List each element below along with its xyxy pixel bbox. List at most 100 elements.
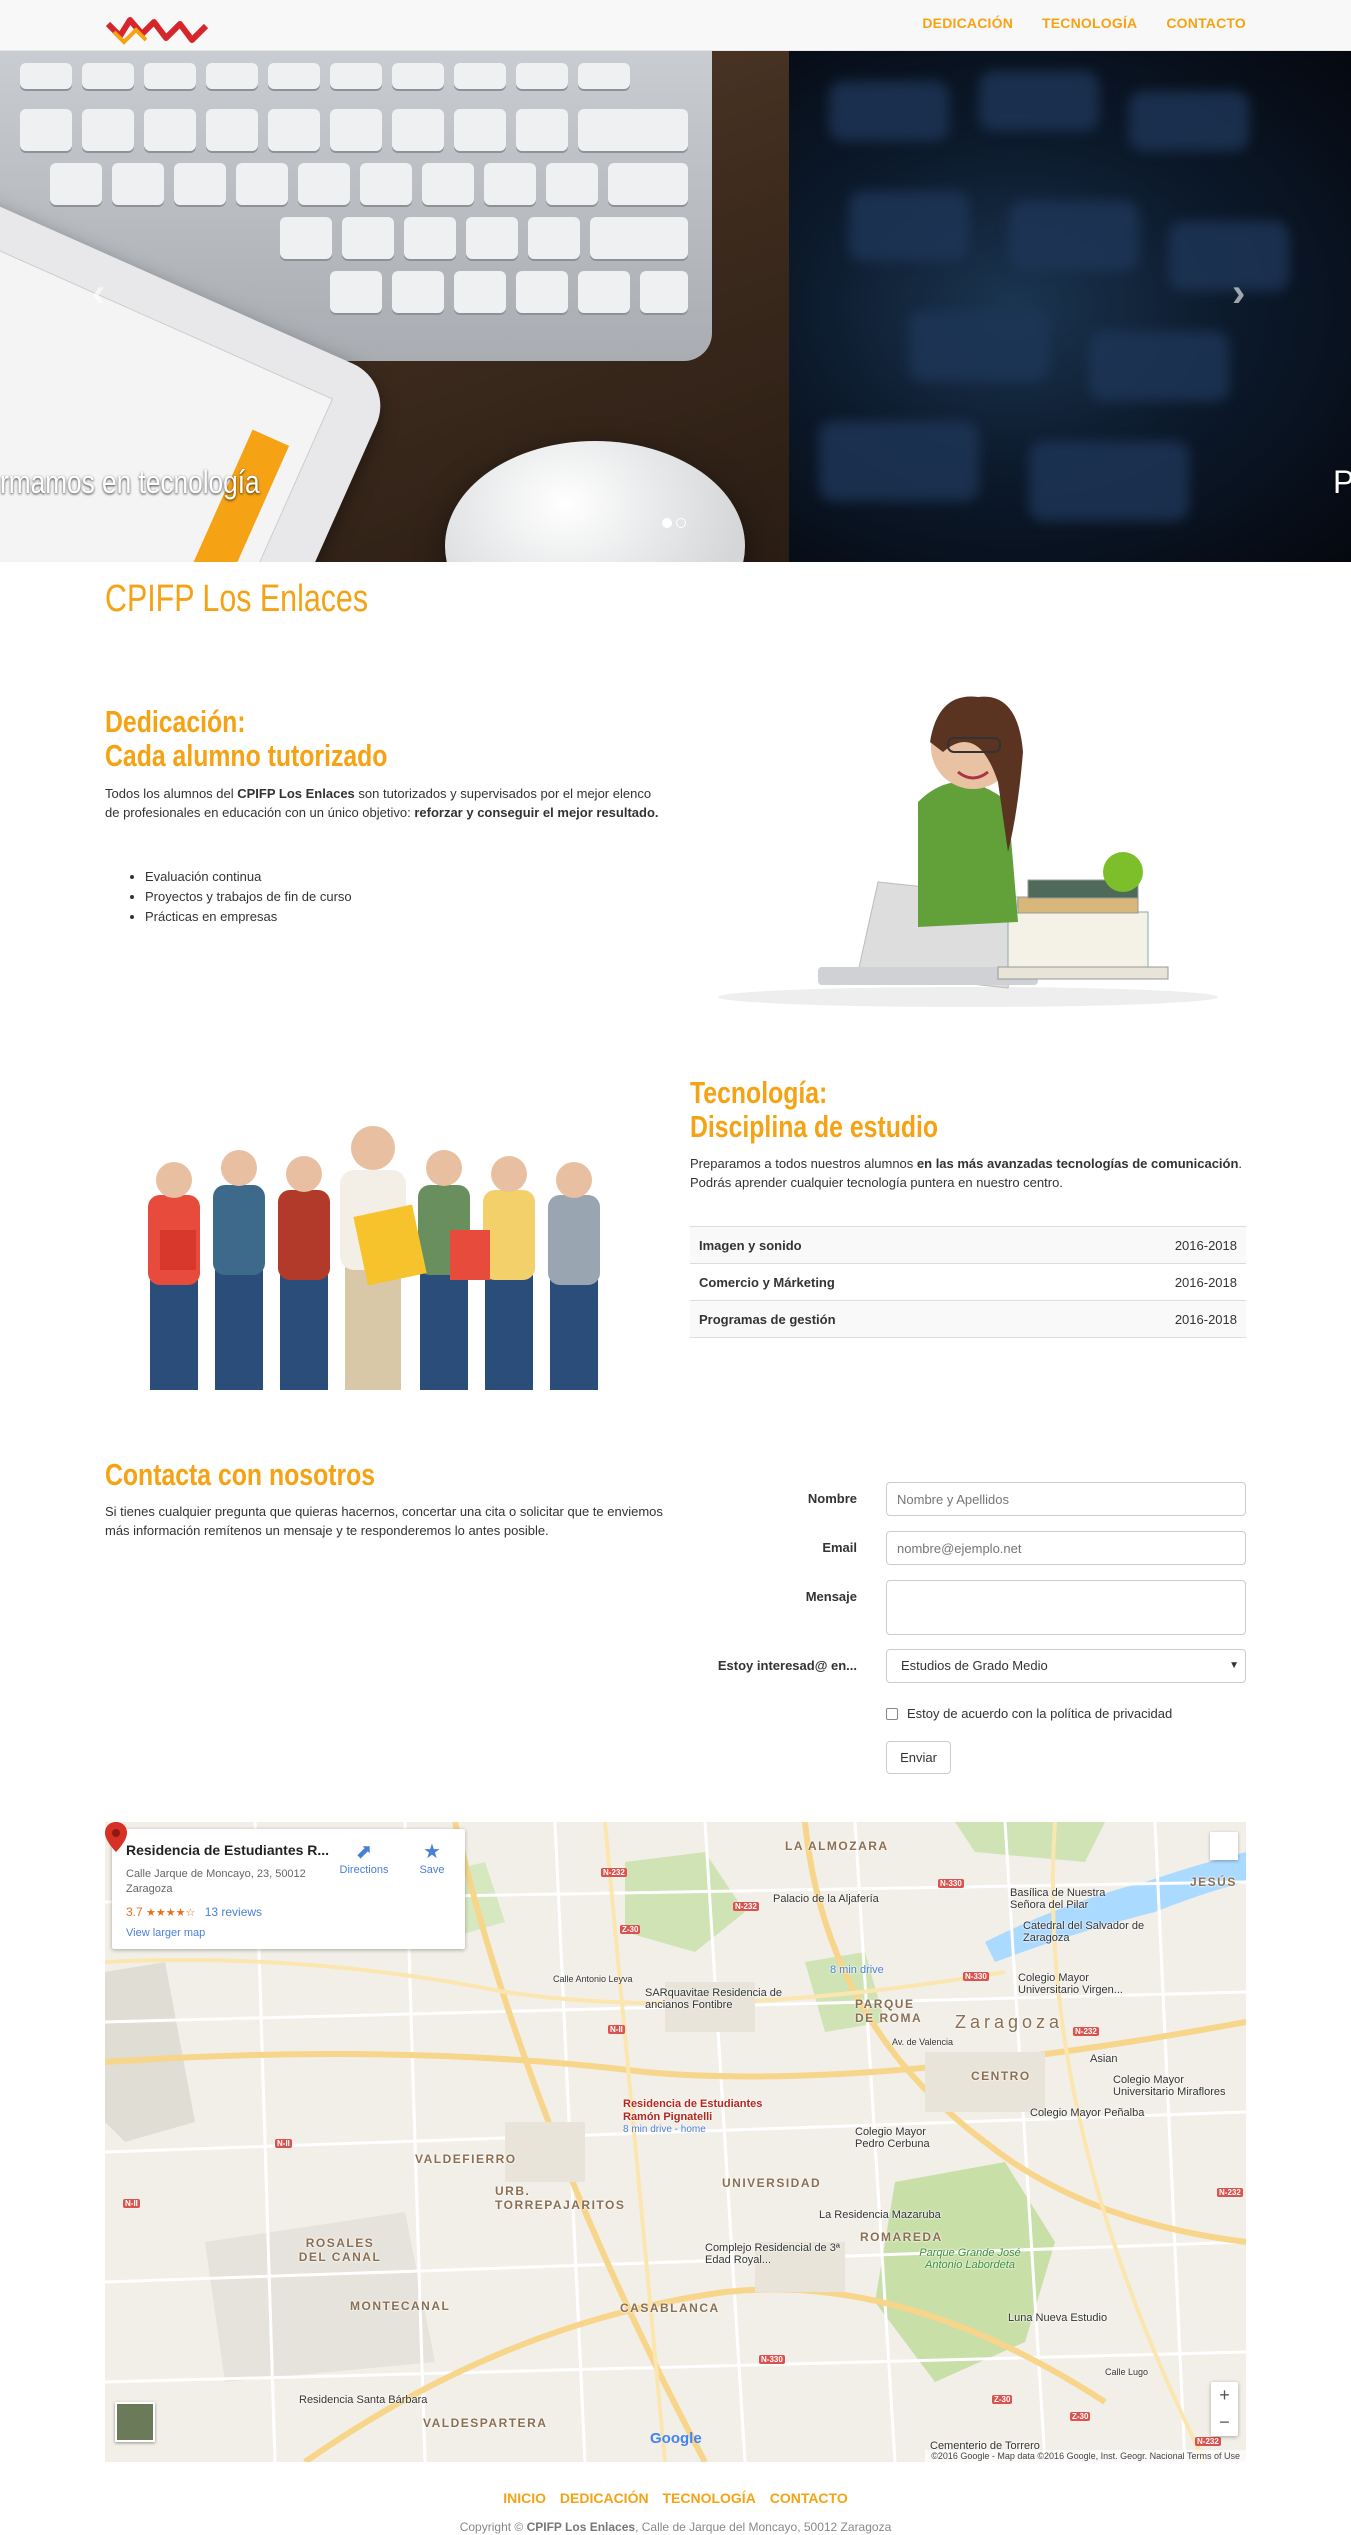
- rating-value: 3.7: [126, 1905, 143, 1919]
- interest-select[interactable]: Estudios de Grado Medio ▼: [886, 1649, 1246, 1683]
- footer-link-dedicacion[interactable]: DEDICACIÓN: [560, 2490, 649, 2506]
- course-years: 2016-2018: [1056, 1300, 1246, 1338]
- directions-button[interactable]: ⬈ Directions: [334, 1839, 394, 1876]
- table-row: Imagen y sonido 2016-2018: [690, 1226, 1246, 1264]
- footer-link-contacto[interactable]: CONTACTO: [770, 2490, 848, 2506]
- map-card-rating: 3.7 ★★★★☆ 13 reviews: [126, 1905, 262, 1919]
- google-logo-text: Google: [650, 2430, 702, 2447]
- map-label: Calle Antonio Leyva: [553, 1974, 633, 1984]
- nav-links: DEDICACIÓN TECNOLOGÍA CONTACTO: [922, 15, 1246, 31]
- interest-select-value: Estudios de Grado Medio: [901, 1658, 1048, 1673]
- table-row: Programas de gestión 2016-2018: [690, 1300, 1246, 1338]
- save-button[interactable]: ★ Save: [402, 1839, 462, 1876]
- copyright-text: Copyright © CPIFP Los Enlaces, Calle de …: [0, 2520, 1351, 2534]
- email-label: Email: [822, 1540, 857, 1555]
- footer-nav: INICIO DEDICACIÓN TECNOLOGÍA CONTACTO: [0, 2490, 1351, 2506]
- map-label: Residencia Santa Bárbara: [299, 2394, 428, 2406]
- map-label: Basílica de Nuestra Señora del Pilar: [1010, 1887, 1106, 1911]
- zoom-out-button[interactable]: −: [1211, 2409, 1238, 2436]
- map-label: Parque Grande José Antonio Labordeta: [919, 2247, 1021, 2271]
- road-badge: N-232: [1195, 2437, 1221, 2446]
- road-badge: N-II: [123, 2199, 140, 2208]
- submit-button[interactable]: Enviar: [886, 1741, 951, 1774]
- nav-link-tecnologia[interactable]: TECNOLOGÍA: [1042, 15, 1137, 31]
- dedicacion-text-a: Todos los alumnos del: [105, 786, 238, 801]
- map-label: Asian: [1090, 2053, 1118, 2065]
- dedicacion-heading-line1: Dedicación:: [105, 704, 246, 739]
- chevron-left-icon[interactable]: ‹: [92, 271, 105, 316]
- carousel-indicator-1[interactable]: [662, 518, 672, 528]
- map-label: CENTRO: [971, 2069, 1031, 2083]
- map-label: Palacio de la Aljafería: [773, 1893, 879, 1905]
- carousel-caption-2: P: [1333, 464, 1351, 500]
- map-pin-label-2: Ramón Pignatelli: [623, 2111, 713, 2123]
- google-logo: Google: [650, 2430, 702, 2447]
- course-years: 2016-2018: [1056, 1226, 1246, 1264]
- map-label: La Residencia Mazaruba: [819, 2209, 941, 2221]
- interest-label: Estoy interesad@ en...: [717, 1658, 857, 1673]
- list-item: Evaluación continua: [145, 867, 352, 887]
- map-card-address: Calle Jarque de Moncayo, 23, 50012 Zarag…: [126, 1868, 306, 1895]
- map-pin-icon[interactable]: [105, 1822, 127, 1852]
- footer-link-tecnologia[interactable]: TECNOLOGÍA: [662, 2490, 755, 2506]
- students-group-image: [148, 1126, 600, 1390]
- privacy-checkbox[interactable]: [886, 1707, 898, 1720]
- save-label: Save: [419, 1864, 445, 1876]
- street-view-pegman-icon[interactable]: [1210, 1832, 1238, 1860]
- map-label: Colegio Mayor Universitario Miraflores: [1113, 2074, 1226, 2098]
- course-name: Comercio y Márketing: [690, 1263, 1057, 1301]
- nav-link-dedicacion[interactable]: DEDICACIÓN: [922, 15, 1013, 31]
- map-card-title: Residencia de Estudiantes R...: [126, 1842, 330, 1858]
- dedicacion-text: Todos los alumnos del CPIFP Los Enlaces …: [105, 784, 665, 822]
- caret-down-icon: ▼: [1229, 1660, 1239, 1671]
- course-name: Programas de gestión: [690, 1300, 1057, 1338]
- email-field[interactable]: [886, 1531, 1246, 1565]
- privacy-checkbox-row[interactable]: Estoy de acuerdo con la política de priv…: [886, 1706, 1172, 1721]
- site-logo[interactable]: [106, 12, 210, 52]
- map-label: CASABLANCA: [620, 2301, 720, 2315]
- copyright-a: Copyright ©: [459, 2520, 527, 2534]
- map-attribution: ©2016 Google - Map data ©2016 Google, In…: [925, 2450, 1246, 2462]
- chevron-right-icon[interactable]: ›: [1232, 271, 1245, 316]
- directions-icon: ⬈: [355, 1841, 373, 1863]
- name-field[interactable]: [886, 1482, 1246, 1516]
- tecnologia-text: Preparamos a todos nuestros alumnos en l…: [690, 1154, 1246, 1192]
- map-label: Zaragoza: [955, 2012, 1064, 2032]
- tecnologia-text-a: Preparamos a todos nuestros alumnos: [690, 1156, 917, 1171]
- map-label: 8 min drive: [830, 1964, 884, 1976]
- dedicacion-heading-line2: Cada alumno tutorizado: [105, 738, 388, 773]
- course-years: 2016-2018: [1056, 1263, 1246, 1301]
- map-pin-label-1: Residencia de Estudiantes: [623, 2098, 763, 2110]
- map-label: Colegio Mayor Universitario Virgen...: [1018, 1972, 1123, 1996]
- tecnologia-heading-line1: Tecnología:: [690, 1075, 828, 1110]
- message-field[interactable]: [886, 1580, 1246, 1635]
- dedicacion-heading: Dedicación: Cada alumno tutorizado: [105, 705, 387, 773]
- map-label: Calle Lugo: [1105, 2367, 1149, 2377]
- carousel-indicator-2[interactable]: [676, 518, 686, 528]
- list-item: Prácticas en empresas: [145, 907, 352, 927]
- map-label: SARquavitae Residencia de ancianos Fonti…: [645, 1987, 782, 2011]
- satellite-toggle[interactable]: [115, 2402, 155, 2442]
- reviews-link[interactable]: 13 reviews: [205, 1905, 262, 1919]
- star-rating-icon: ★★★★☆: [146, 1907, 196, 1919]
- road-badge: N-232: [1073, 2027, 1099, 2036]
- zoom-in-button[interactable]: +: [1211, 2382, 1238, 2409]
- view-larger-map-link[interactable]: View larger map: [126, 1927, 205, 1939]
- page-title: CPIFP Los Enlaces: [105, 578, 369, 620]
- courses-table: Imagen y sonido 2016-2018 Comercio y Már…: [690, 1226, 1246, 1338]
- star-icon: ★: [423, 1841, 441, 1863]
- map-label: MONTECANAL: [350, 2299, 451, 2313]
- road-badge: Z-30: [1070, 2412, 1091, 2421]
- road-badge: N-II: [275, 2139, 292, 2148]
- carousel-caption-1: rmamos en tecnología: [0, 464, 260, 500]
- map-pin-drive: 8 min drive - home: [623, 2124, 706, 2135]
- dedicacion-text-d: reforzar y conseguir el mejor resultado.: [414, 805, 659, 820]
- map-label: Complejo Residencial de 3ª Edad Royal...: [705, 2242, 840, 2266]
- footer-link-inicio[interactable]: INICIO: [503, 2490, 546, 2506]
- nav-link-contacto[interactable]: CONTACTO: [1166, 15, 1246, 31]
- google-map[interactable]: Residencia de Estudiantes R... Calle Jar…: [105, 1822, 1246, 2462]
- name-label: Nombre: [807, 1491, 857, 1506]
- map-label: Colegio Mayor Pedro Cerbuna: [855, 2126, 930, 2150]
- dedicacion-text-b: CPIFP Los Enlaces: [237, 786, 355, 801]
- road-badge: N-232: [733, 1902, 759, 1911]
